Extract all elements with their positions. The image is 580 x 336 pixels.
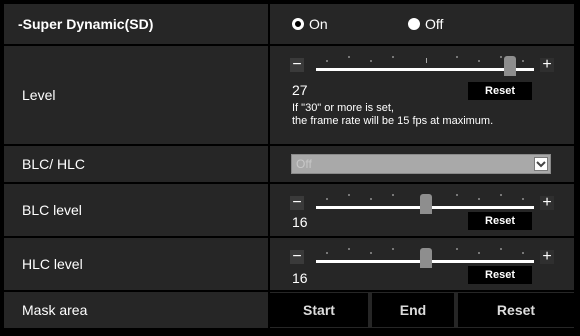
sd-on-label: On [309, 16, 328, 32]
mask-area-label: Mask area [4, 292, 268, 328]
level-note-line1: If "30" or more is set, [292, 102, 394, 114]
level-value: 27 [292, 82, 308, 98]
tick-dot [392, 194, 394, 196]
blc-level-row: BLC level − + 16 Reset [4, 184, 574, 236]
hlc-level-value: 16 [292, 270, 308, 286]
blc-level-control: − + 16 Reset [270, 184, 574, 236]
hlc-level-decrease-button[interactable]: − [290, 249, 304, 265]
tick-dot [348, 194, 350, 196]
tick-dot [456, 56, 458, 58]
level-row: Level − + 27 Reset If "30" or more is se… [4, 46, 574, 144]
level-decrease-button[interactable]: − [290, 57, 304, 73]
tick-dot [456, 194, 458, 196]
tick-dot [370, 252, 372, 254]
sd-off-label: Off [425, 16, 444, 32]
mask-end-button[interactable]: End [372, 293, 454, 327]
tick-dot [456, 248, 458, 250]
mask-reset-button[interactable]: Reset [458, 293, 574, 327]
blc-level-slider-track[interactable] [316, 194, 534, 214]
tick-dot [348, 248, 350, 250]
level-label: Level [4, 46, 268, 144]
blc-hlc-label: BLC/ HLC [4, 146, 268, 182]
blc-level-decrease-button[interactable]: − [290, 195, 304, 211]
tick-dot [326, 198, 328, 200]
blc-level-increase-button[interactable]: + [540, 195, 554, 211]
level-note: If "30" or more is set, the frame rate w… [292, 102, 493, 128]
level-reset-button[interactable]: Reset [468, 82, 532, 100]
blc-level-value: 16 [292, 214, 308, 230]
blc-level-reset-button[interactable]: Reset [468, 212, 532, 230]
tick-dot [478, 60, 480, 62]
mask-area-row: Mask area Start End Reset [4, 292, 574, 328]
tick-dot [500, 56, 502, 58]
sd-on-radio-indicator[interactable] [292, 18, 304, 30]
tick-dot [348, 56, 350, 58]
tick-dot [522, 198, 524, 200]
hlc-level-slider-track[interactable] [316, 248, 534, 268]
blc-level-slider-thumb[interactable] [420, 194, 432, 214]
level-control: − + 27 Reset If "30" or more is set, the… [270, 46, 574, 144]
sd-off-radio-indicator[interactable] [408, 18, 420, 30]
sd-off-radio[interactable]: Off [408, 16, 443, 32]
tick-dot [326, 60, 328, 62]
blc-hlc-control: Off [270, 146, 574, 182]
tick-dot [522, 252, 524, 254]
tick-dot [500, 248, 502, 250]
level-slider-thumb[interactable] [504, 56, 516, 76]
tick-dot [370, 60, 372, 62]
super-dynamic-control: On Off [270, 4, 574, 44]
tick-dot [522, 60, 524, 62]
tick-dot [326, 252, 328, 254]
tick-mark [426, 58, 427, 63]
hlc-level-label: HLC level [4, 238, 268, 290]
hlc-level-slider-thumb[interactable] [420, 248, 432, 268]
hlc-level-row: HLC level − + 16 Reset [4, 238, 574, 290]
tick-dot [500, 194, 502, 196]
tick-dot [392, 56, 394, 58]
tick-dot [478, 252, 480, 254]
sd-on-radio[interactable]: On [292, 16, 328, 32]
hlc-level-reset-button[interactable]: Reset [468, 266, 532, 284]
blc-hlc-row: BLC/ HLC Off [4, 146, 574, 182]
super-dynamic-row: -Super Dynamic(SD) On Off [4, 4, 574, 44]
level-increase-button[interactable]: + [540, 57, 554, 73]
level-slider[interactable]: − + [290, 52, 554, 80]
blc-hlc-select[interactable]: Off [291, 154, 551, 174]
level-slider-track[interactable] [316, 56, 534, 76]
super-dynamic-label: -Super Dynamic(SD) [4, 4, 268, 44]
level-note-line2: the frame rate will be 15 fps at maximum… [292, 115, 494, 127]
tick-dot [478, 198, 480, 200]
tick-dot [392, 248, 394, 250]
tick-dot [370, 198, 372, 200]
chevron-down-icon[interactable] [534, 157, 548, 171]
blc-level-label: BLC level [4, 184, 268, 236]
image-adjust-panel: -Super Dynamic(SD) On Off Level − + 27 R… [0, 0, 580, 336]
mask-area-control: Start End Reset [270, 292, 574, 328]
mask-start-button[interactable]: Start [270, 293, 368, 327]
hlc-level-control: − + 16 Reset [270, 238, 574, 290]
hlc-level-increase-button[interactable]: + [540, 249, 554, 265]
blc-hlc-selected-value: Off [296, 157, 312, 171]
